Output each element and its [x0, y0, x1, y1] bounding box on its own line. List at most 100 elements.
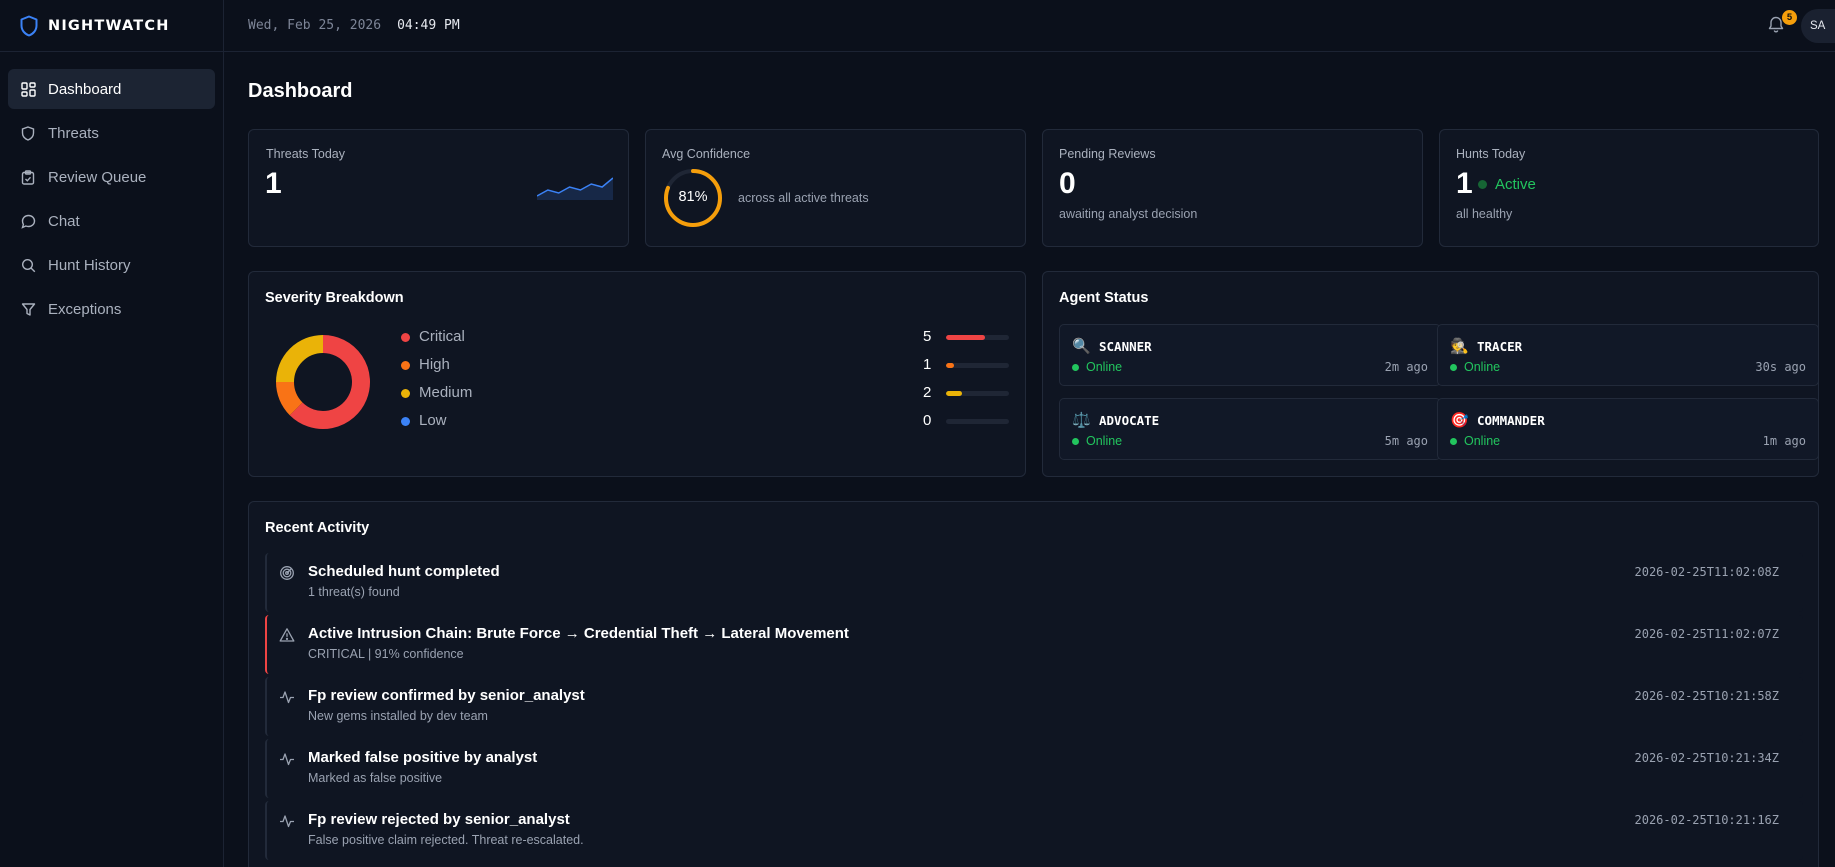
- activity-subtitle: New gems installed by dev team: [308, 709, 488, 723]
- dashboard-icon: [20, 81, 36, 97]
- severity-name: High: [419, 356, 450, 373]
- severity-bar: [946, 391, 1009, 396]
- pending-reviews-card: Pending Reviews 0 awaiting analyst decis…: [1042, 129, 1423, 247]
- activity-subtitle: False positive claim rejected. Threat re…: [308, 833, 584, 847]
- pending-reviews-label: Pending Reviews: [1059, 147, 1156, 161]
- activity-subtitle: 1 threat(s) found: [308, 585, 400, 599]
- agent-last-seen: 30s ago: [1755, 360, 1806, 374]
- agent-last-seen: 1m ago: [1762, 434, 1806, 448]
- agent-card-advocate[interactable]: ⚖️ ADVOCATE Online 5m ago: [1059, 398, 1441, 460]
- activity-title: Fp review confirmed by senior_analyst: [308, 687, 585, 704]
- agent-last-seen: 5m ago: [1384, 434, 1428, 448]
- agent-name: SCANNER: [1099, 338, 1152, 354]
- avg-confidence-value: 81%: [678, 189, 708, 205]
- hunt-status-label: Active: [1495, 176, 1536, 193]
- search-icon: [20, 257, 36, 273]
- activity-subtitle: Marked as false positive: [308, 771, 443, 785]
- online-dot: [1072, 437, 1079, 445]
- sidebar-item-exceptions[interactable]: Exceptions: [8, 289, 215, 329]
- activity-item[interactable]: Marked false positive by analyst Marked …: [265, 739, 1803, 798]
- sidebar-item-review-queue[interactable]: Review Queue: [8, 157, 215, 197]
- status-dot: [1478, 180, 1487, 189]
- activity-item[interactable]: Fp review rejected by senior_analyst Fal…: [265, 801, 1803, 860]
- severity-breakdown-title: Severity Breakdown: [265, 290, 404, 306]
- sidebar-item-chat[interactable]: Chat: [8, 201, 215, 241]
- agent-card-commander[interactable]: 🎯 COMMANDER Online 1m ago: [1437, 398, 1819, 460]
- severity-name: Low: [419, 412, 447, 429]
- notifications-button[interactable]: 5: [1767, 10, 1797, 35]
- user-avatar[interactable]: SA: [1801, 9, 1835, 43]
- threats-today-value: 1: [265, 167, 282, 200]
- threats-today-label: Threats Today: [266, 147, 345, 161]
- severity-count: 5: [923, 328, 932, 345]
- agent-card-tracer[interactable]: 🕵️ TRACER Online 30s ago: [1437, 324, 1819, 386]
- agent-status-label: Online: [1464, 434, 1501, 448]
- agent-status-label: Online: [1464, 360, 1501, 374]
- chat-icon: [20, 213, 36, 229]
- agent-card-scanner[interactable]: 🔍 SCANNER Online 2m ago: [1059, 324, 1441, 386]
- notification-badge: 5: [1782, 10, 1797, 25]
- current-time: 04:49 PM: [397, 18, 460, 33]
- activity-timestamp: 2026-02-25T10:21:34Z: [1634, 751, 1780, 765]
- activity-item[interactable]: Fp review confirmed by senior_analyst Ne…: [265, 677, 1803, 736]
- shield-icon: [20, 125, 36, 141]
- severity-row-medium: Medium 2: [249, 381, 1025, 409]
- scales-icon: ⚖️: [1072, 412, 1091, 429]
- activity-title: Scheduled hunt completed: [308, 563, 500, 580]
- activity-timestamp: 2026-02-25T11:02:08Z: [1634, 565, 1780, 579]
- online-dot: [1450, 363, 1457, 371]
- severity-bar: [946, 363, 1009, 368]
- pulse-icon: [279, 689, 295, 705]
- agent-status: Online: [1450, 360, 1500, 374]
- sidebar-item-dashboard[interactable]: Dashboard: [8, 69, 215, 109]
- pending-reviews-description: awaiting analyst decision: [1059, 207, 1198, 221]
- severity-count: 0: [923, 412, 932, 429]
- sidebar-nav: Dashboard Threats Review Queue Chat Hunt…: [0, 52, 223, 329]
- avg-confidence-description: across all active threats: [738, 191, 869, 205]
- top-bar: Wed, Feb 25, 2026 04:49 PM 5 SA: [224, 0, 1835, 52]
- agent-status-card: Agent Status 🔍 SCANNER Online 2m ago 🕵️ …: [1042, 271, 1819, 477]
- hunts-today-card: Hunts Today 1 Active all healthy: [1439, 129, 1819, 247]
- severity-row-high: High 1: [249, 353, 1025, 381]
- severity-breakdown-card: Severity Breakdown Critical 5 High 1 Med…: [248, 271, 1026, 477]
- magnifier-icon: 🔍: [1072, 338, 1091, 355]
- sidebar-item-label: Exceptions: [48, 300, 122, 318]
- page-title: Dashboard: [248, 80, 353, 102]
- agent-status-title: Agent Status: [1059, 290, 1149, 306]
- avg-confidence-card: Avg Confidence 81% across all active thr…: [645, 129, 1026, 247]
- activity-item-critical[interactable]: Active Intrusion Chain: Brute Force → Cr…: [265, 615, 1803, 674]
- sidebar: NIGHTWATCH Dashboard Threats Review Queu…: [0, 0, 224, 867]
- current-date: Wed, Feb 25, 2026: [248, 18, 382, 33]
- hunts-today-value: 1: [1456, 167, 1473, 200]
- agent-name: ADVOCATE: [1099, 412, 1160, 428]
- target-icon: 🎯: [1450, 412, 1469, 429]
- severity-dot: [401, 333, 410, 342]
- severity-row-low: Low 0: [249, 409, 1025, 437]
- brand[interactable]: NIGHTWATCH: [0, 0, 223, 52]
- agent-status: Online: [1450, 434, 1500, 448]
- threats-today-card: Threats Today 1: [248, 129, 629, 247]
- avg-confidence-label: Avg Confidence: [662, 147, 751, 161]
- agent-name: TRACER: [1477, 338, 1523, 354]
- recent-activity-title: Recent Activity: [265, 520, 370, 536]
- activity-title: Marked false positive by analyst: [308, 749, 538, 766]
- severity-row-critical: Critical 5: [249, 325, 1025, 353]
- pulse-icon: [279, 813, 295, 829]
- sidebar-item-label: Hunt History: [48, 256, 131, 274]
- severity-name: Critical: [419, 328, 465, 345]
- severity-bar: [946, 335, 1009, 340]
- sidebar-item-label: Threats: [48, 124, 99, 142]
- agent-name: COMMANDER: [1477, 412, 1545, 428]
- sidebar-item-label: Chat: [48, 212, 80, 230]
- activity-item[interactable]: Scheduled hunt completed 1 threat(s) fou…: [265, 553, 1803, 612]
- sidebar-item-threats[interactable]: Threats: [8, 113, 215, 153]
- warning-icon: [279, 627, 295, 643]
- sidebar-item-hunt-history[interactable]: Hunt History: [8, 245, 215, 285]
- pulse-icon: [279, 751, 295, 767]
- agent-last-seen: 2m ago: [1384, 360, 1428, 374]
- severity-bar: [946, 419, 1009, 424]
- severity-bar-fill: [946, 391, 962, 396]
- activity-timestamp: 2026-02-25T10:21:16Z: [1634, 813, 1780, 827]
- hunts-today-label: Hunts Today: [1456, 147, 1526, 161]
- activity-subtitle: CRITICAL | 91% confidence: [308, 647, 464, 661]
